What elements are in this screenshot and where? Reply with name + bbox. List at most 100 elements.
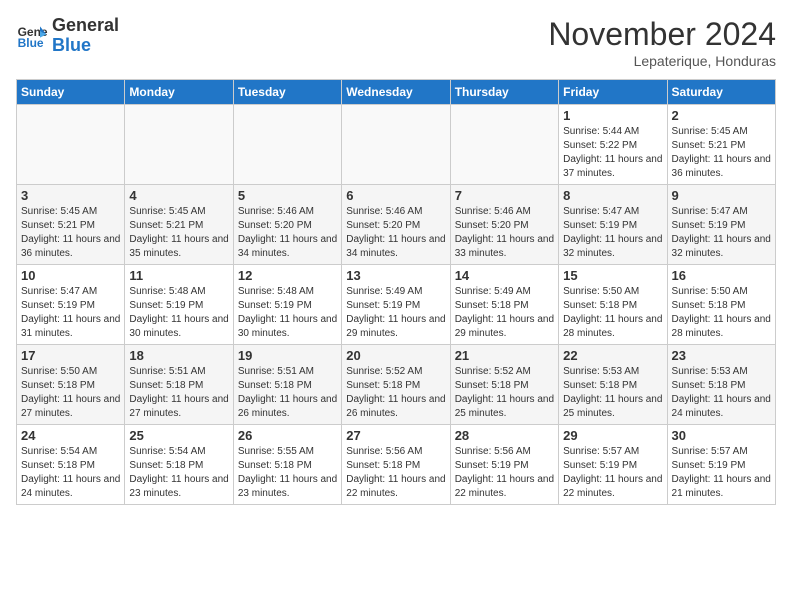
day-info: Sunrise: 5:50 AMSunset: 5:18 PMDaylight:…: [563, 285, 662, 341]
empty-day-cell: [450, 105, 558, 185]
day-cell: 19Sunrise: 5:51 AMSunset: 5:18 PMDayligh…: [233, 345, 341, 425]
day-cell: 20 Sunrise: 5:52 AMSunset: 5:18 PMDayligh…: [342, 345, 450, 425]
day-cell: 14 Sunrise: 5:49 AMSunset: 5:18 PMDayligh…: [450, 265, 558, 345]
day-number: 17: [21, 348, 120, 363]
day-number: 2: [672, 108, 771, 123]
empty-day-cell: [342, 105, 450, 185]
day-cell: 9 Sunrise: 5:47 AMSunset: 5:19 PMDaylight…: [667, 185, 775, 265]
day-cell: 26 Sunrise: 5:55 AMSunset: 5:18 PMDayligh…: [233, 425, 341, 505]
day-number: 14: [455, 268, 554, 283]
day-info: Sunrise: 5:54 AMSunset: 5:18 PMDaylight:…: [21, 445, 120, 501]
month-title: November 2024: [548, 16, 776, 53]
day-info: Sunrise: 5:47 AMSunset: 5:19 PMDaylight:…: [21, 285, 120, 341]
day-info: Sunrise: 5:50 AMSunset: 5:18 PMDaylight:…: [672, 285, 771, 341]
day-number: 23: [672, 348, 771, 363]
day-number: 29: [563, 428, 662, 443]
weekday-header: Friday: [559, 80, 667, 105]
logo-text: General Blue: [52, 16, 119, 56]
weekday-header: Monday: [125, 80, 233, 105]
day-cell: 24 Sunrise: 5:54 AMSunset: 5:18 PMDayligh…: [17, 425, 125, 505]
day-info: Sunrise: 5:57 AMSunset: 5:19 PMDaylight:…: [672, 445, 771, 501]
svg-text:Blue: Blue: [18, 36, 44, 50]
day-info: Sunrise: 5:44 AMSunset: 5:22 PMDaylight:…: [563, 125, 662, 181]
day-number: 30: [672, 428, 771, 443]
day-cell: 29Sunrise: 5:57 AMSunset: 5:19 PMDayligh…: [559, 425, 667, 505]
day-info: Sunrise: 5:54 AMSunset: 5:18 PMDaylight:…: [129, 445, 228, 501]
day-cell: 4 Sunrise: 5:45 AMSunset: 5:21 PMDaylight…: [125, 185, 233, 265]
day-number: 10: [21, 268, 120, 283]
day-info: Sunrise: 5:46 AMSunset: 5:20 PMDaylight:…: [346, 205, 445, 261]
day-info: Sunrise: 5:55 AMSunset: 5:18 PMDaylight:…: [238, 445, 337, 501]
empty-day-cell: [233, 105, 341, 185]
page-header: General Blue General Blue November 2024 …: [16, 16, 776, 69]
day-cell: 16 Sunrise: 5:50 AMSunset: 5:18 PMDayligh…: [667, 265, 775, 345]
day-number: 18: [129, 348, 228, 363]
logo-icon: General Blue: [16, 20, 48, 52]
weekday-header: Wednesday: [342, 80, 450, 105]
day-info: Sunrise: 5:47 AMSunset: 5:19 PMDaylight:…: [672, 205, 771, 261]
day-info: Sunrise: 5:46 AMSunset: 5:20 PMDaylight:…: [238, 205, 337, 261]
day-cell: 1 Sunrise: 5:44 AMSunset: 5:22 PMDaylight…: [559, 105, 667, 185]
day-number: 20: [346, 348, 445, 363]
day-info: Sunrise: 5:56 AMSunset: 5:19 PMDaylight:…: [455, 445, 554, 501]
day-number: 5: [238, 188, 337, 203]
day-number: 8: [563, 188, 662, 203]
empty-day-cell: [17, 105, 125, 185]
day-number: 16: [672, 268, 771, 283]
day-info: Sunrise: 5:47 AMSunset: 5:19 PMDaylight:…: [563, 205, 662, 261]
day-number: 1: [563, 108, 662, 123]
day-number: 26: [238, 428, 337, 443]
day-number: 3: [21, 188, 120, 203]
weekday-header: Saturday: [667, 80, 775, 105]
day-info: Sunrise: 5:45 AMSunset: 5:21 PMDaylight:…: [129, 205, 228, 261]
day-info: Sunrise: 5:49 AMSunset: 5:19 PMDaylight:…: [346, 285, 445, 341]
calendar-week-row: 1 Sunrise: 5:44 AMSunset: 5:22 PMDaylight…: [17, 105, 776, 185]
day-number: 12: [238, 268, 337, 283]
day-info: Sunrise: 5:52 AMSunset: 5:18 PMDaylight:…: [455, 365, 554, 421]
day-cell: 12 Sunrise: 5:48 AMSunset: 5:19 PMDayligh…: [233, 265, 341, 345]
day-number: 21: [455, 348, 554, 363]
day-cell: 13 Sunrise: 5:49 AMSunset: 5:19 PMDayligh…: [342, 265, 450, 345]
weekday-header: Thursday: [450, 80, 558, 105]
day-cell: 22Sunrise: 5:53 AMSunset: 5:18 PMDayligh…: [559, 345, 667, 425]
day-number: 24: [21, 428, 120, 443]
calendar-week-row: 17Sunrise: 5:50 AMSunset: 5:18 PMDayligh…: [17, 345, 776, 425]
day-info: Sunrise: 5:45 AMSunset: 5:21 PMDaylight:…: [21, 205, 120, 261]
day-info: Sunrise: 5:49 AMSunset: 5:18 PMDaylight:…: [455, 285, 554, 341]
day-info: Sunrise: 5:48 AMSunset: 5:19 PMDaylight:…: [129, 285, 228, 341]
logo: General Blue General Blue: [16, 16, 119, 56]
day-number: 27: [346, 428, 445, 443]
calendar-table: SundayMondayTuesdayWednesdayThursdayFrid…: [16, 79, 776, 505]
title-block: November 2024 Lepaterique, Honduras: [548, 16, 776, 69]
day-info: Sunrise: 5:52 AMSunset: 5:18 PMDaylight:…: [346, 365, 445, 421]
day-cell: 18 Sunrise: 5:51 AMSunset: 5:18 PMDayligh…: [125, 345, 233, 425]
day-number: 7: [455, 188, 554, 203]
day-number: 19: [238, 348, 337, 363]
day-number: 15: [563, 268, 662, 283]
day-cell: 30 Sunrise: 5:57 AMSunset: 5:19 PMDayligh…: [667, 425, 775, 505]
calendar-week-row: 3 Sunrise: 5:45 AMSunset: 5:21 PMDaylight…: [17, 185, 776, 265]
day-cell: 25Sunrise: 5:54 AMSunset: 5:18 PMDayligh…: [125, 425, 233, 505]
calendar-header-row: SundayMondayTuesdayWednesdayThursdayFrid…: [17, 80, 776, 105]
day-info: Sunrise: 5:45 AMSunset: 5:21 PMDaylight:…: [672, 125, 771, 181]
day-info: Sunrise: 5:56 AMSunset: 5:18 PMDaylight:…: [346, 445, 445, 501]
day-cell: 11 Sunrise: 5:48 AMSunset: 5:19 PMDayligh…: [125, 265, 233, 345]
day-info: Sunrise: 5:48 AMSunset: 5:19 PMDaylight:…: [238, 285, 337, 341]
day-number: 13: [346, 268, 445, 283]
weekday-header: Sunday: [17, 80, 125, 105]
day-cell: 28 Sunrise: 5:56 AMSunset: 5:19 PMDayligh…: [450, 425, 558, 505]
day-cell: 3 Sunrise: 5:45 AMSunset: 5:21 PMDaylight…: [17, 185, 125, 265]
weekday-header: Tuesday: [233, 80, 341, 105]
day-number: 9: [672, 188, 771, 203]
calendar-week-row: 24 Sunrise: 5:54 AMSunset: 5:18 PMDayligh…: [17, 425, 776, 505]
day-info: Sunrise: 5:46 AMSunset: 5:20 PMDaylight:…: [455, 205, 554, 261]
day-cell: 15 Sunrise: 5:50 AMSunset: 5:18 PMDayligh…: [559, 265, 667, 345]
empty-day-cell: [125, 105, 233, 185]
day-cell: 8 Sunrise: 5:47 AMSunset: 5:19 PMDaylight…: [559, 185, 667, 265]
day-number: 4: [129, 188, 228, 203]
day-info: Sunrise: 5:51 AMSunset: 5:18 PMDaylight:…: [129, 365, 228, 421]
day-cell: 17Sunrise: 5:50 AMSunset: 5:18 PMDayligh…: [17, 345, 125, 425]
day-number: 28: [455, 428, 554, 443]
day-number: 11: [129, 268, 228, 283]
day-info: Sunrise: 5:53 AMSunset: 5:18 PMDaylight:…: [672, 365, 771, 421]
